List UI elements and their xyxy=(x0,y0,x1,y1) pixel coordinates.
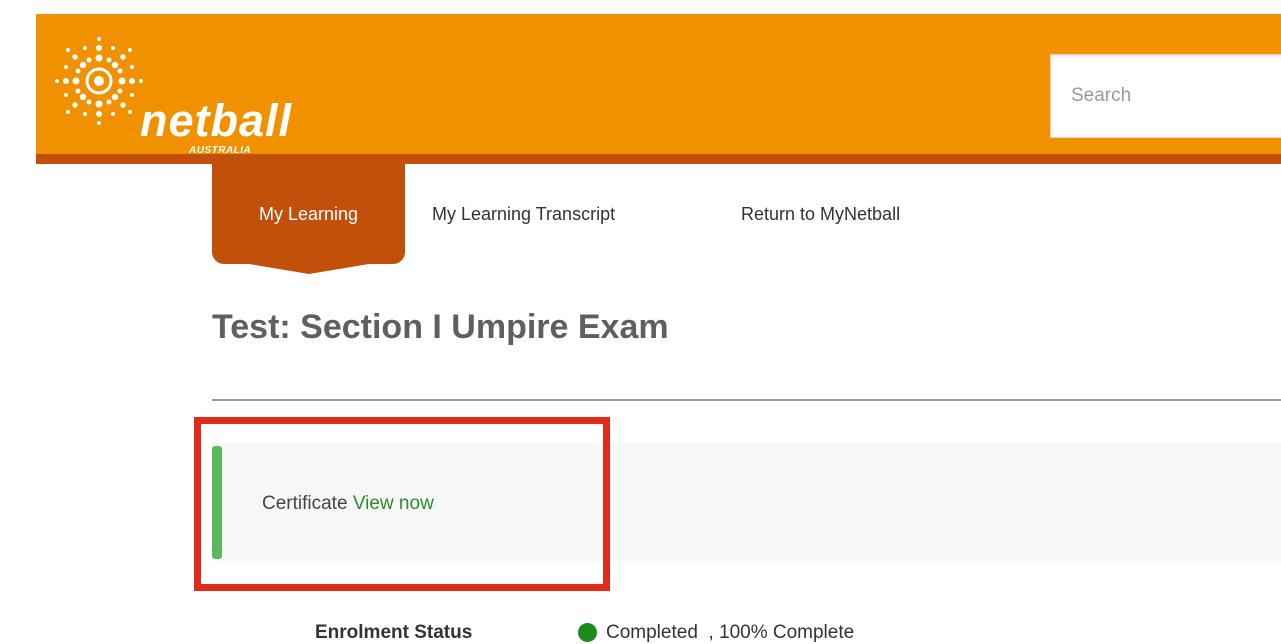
highlight-box xyxy=(194,417,610,591)
page-title: Test: Section I Umpire Exam xyxy=(212,308,669,346)
sunburst-logo-icon xyxy=(55,37,143,125)
search-input[interactable] xyxy=(1050,54,1281,138)
status-text: Completed xyxy=(606,622,698,643)
enrolment-status-value: Completed , 100% Complete xyxy=(606,622,854,644)
top-strip xyxy=(0,0,1281,14)
progress-text: , 100% Complete xyxy=(697,622,855,643)
tab-my-learning[interactable]: My Learning xyxy=(212,164,405,274)
netball-logo[interactable]: netball AUSTRALIA xyxy=(54,36,324,156)
tab-my-learning-transcript[interactable]: My Learning Transcript xyxy=(432,164,615,264)
divider xyxy=(212,399,1281,401)
enrolment-status-label: Enrolment Status xyxy=(315,622,473,643)
site-header: netball AUSTRALIA xyxy=(36,14,1281,156)
status-dot-icon xyxy=(578,623,597,642)
tab-return-to-mynetball[interactable]: Return to MyNetball xyxy=(741,164,900,264)
header-band xyxy=(36,154,1281,164)
logo-wordmark: netball xyxy=(140,95,293,146)
